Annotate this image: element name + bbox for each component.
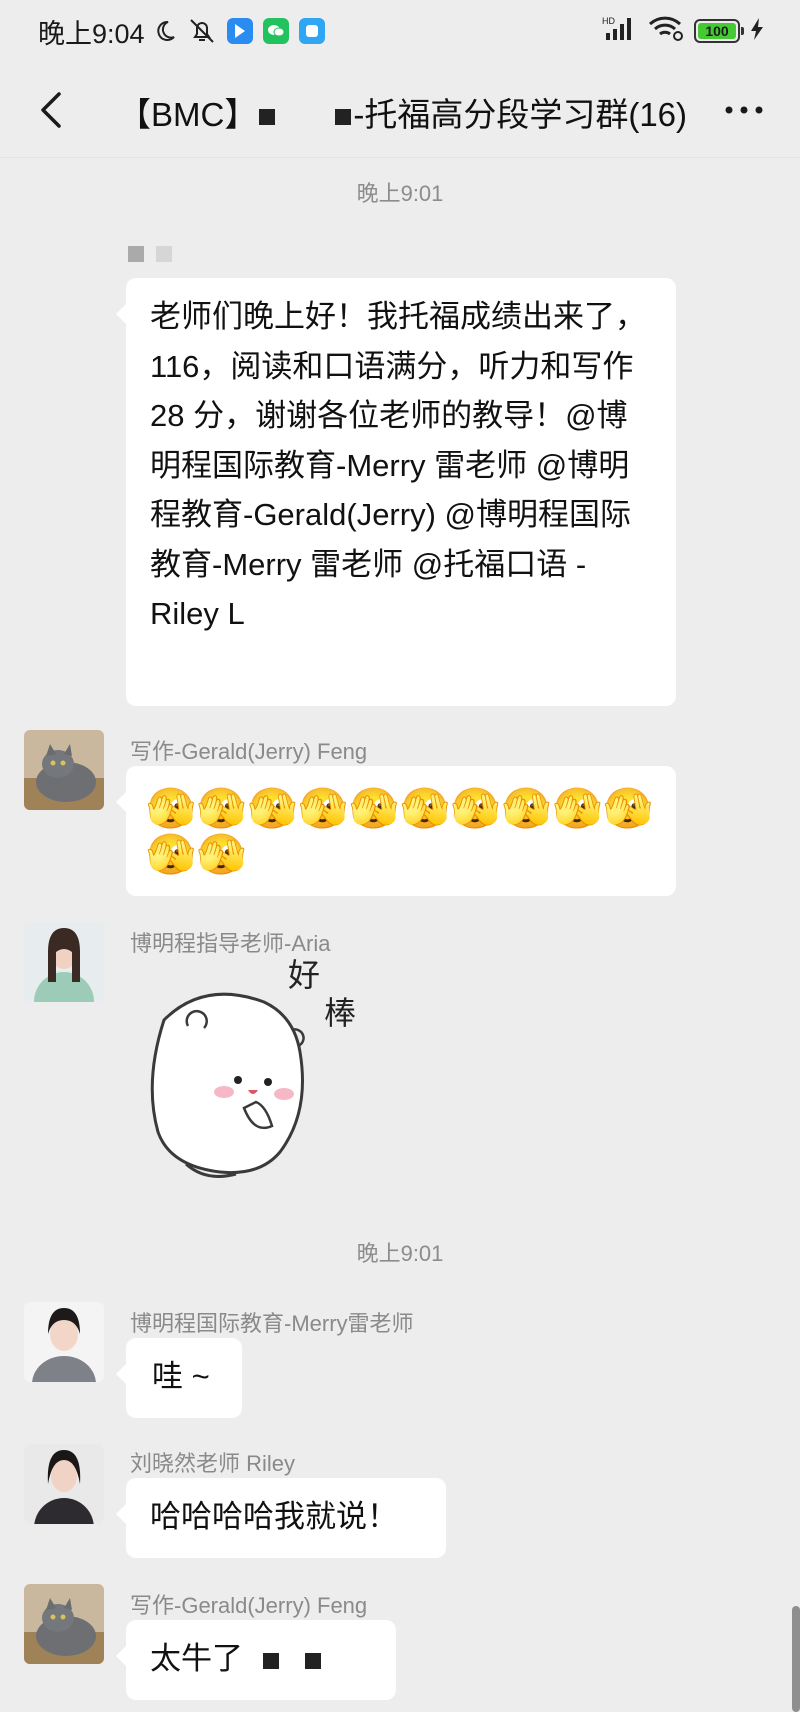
avatar[interactable] (24, 730, 104, 810)
scrollbar[interactable] (792, 1606, 800, 1712)
svg-text:HD: HD (602, 16, 615, 26)
battery-level: 100 (698, 23, 736, 39)
time-separator: 晚上9:01 (356, 1241, 444, 1266)
message-bubble[interactable]: 哈哈哈哈我就说！ (116, 1478, 446, 1558)
chat-title: 【BMC】 -托福高分段学习群(16) (118, 88, 688, 134)
time-separator: 晚上9:01 (356, 181, 444, 206)
profile-photo-icon (24, 1302, 104, 1382)
wifi-icon (648, 15, 684, 48)
sender-name: 博明程国际教育-Merry雷老师 (130, 1311, 414, 1336)
profile-photo-icon (24, 1444, 104, 1524)
sender-name: 写作-Gerald(Jerry) Feng (130, 1593, 368, 1618)
more-dots-icon (725, 106, 763, 114)
message-text: 老师们晚上好！我托福成绩出来了，116，阅读和口语满分，听力和写作 28 分，谢… (150, 299, 646, 631)
message-bubble[interactable]: 哇 ~ (116, 1338, 242, 1418)
redacted-block (263, 1652, 279, 1669)
svg-text:棒: 棒 (324, 994, 356, 1032)
signal-icon: HD (602, 15, 638, 48)
chat-title-prefix: 【BMC】 (118, 96, 258, 133)
avatar[interactable] (24, 1444, 104, 1524)
chat-header: 【BMC】 -托福高分段学习群(16) (0, 62, 800, 158)
cat-avatar-icon (24, 730, 104, 810)
bear-sticker-icon: 好 棒 (150, 956, 356, 1178)
svg-text:好: 好 (288, 956, 320, 994)
sticker-message[interactable]: 好 棒 (126, 950, 376, 1200)
cat-avatar-icon (24, 1584, 104, 1664)
chevron-left-icon (41, 92, 61, 128)
chat-title-suffix: -托福高分段学习群(16) (353, 96, 688, 133)
more-button[interactable] (714, 84, 774, 136)
mute-bell-icon (187, 18, 217, 44)
status-bar: 晚上9:04 HD 100 (0, 0, 800, 62)
message-bubble[interactable]: 🫣🫣🫣🫣🫣🫣🫣🫣🫣🫣🫣🫣 (116, 766, 676, 896)
message-text: 太牛了 (150, 1641, 243, 1676)
back-button[interactable] (22, 82, 78, 138)
avatar[interactable] (24, 1302, 104, 1382)
wechat-notification-icon (262, 18, 289, 44)
message-text: 哇 ~ (152, 1359, 210, 1394)
emoji-message: 🫣🫣🫣🫣🫣🫣🫣🫣🫣🫣🫣🫣 (146, 787, 655, 877)
message-bubble[interactable]: 老师们晚上好！我托福成绩出来了，116，阅读和口语满分，听力和写作 28 分，谢… (116, 278, 676, 706)
sender-name: 写作-Gerald(Jerry) Feng (130, 739, 368, 764)
status-time: 晚上9:04 (38, 18, 145, 49)
message-bubble[interactable]: 太牛了 (116, 1620, 396, 1700)
avatar[interactable] (24, 1584, 104, 1664)
app-notification-icon (226, 18, 253, 44)
sender-name: 刘晓然老师 Riley (130, 1451, 296, 1476)
avatar[interactable] (24, 922, 104, 1002)
moon-icon (153, 19, 177, 43)
redacted-block (259, 109, 276, 126)
battery-icon: 100 (694, 19, 744, 43)
message-text: 哈哈哈哈我就说！ (150, 1499, 398, 1534)
sender-name-redacted (128, 246, 172, 262)
profile-photo-icon (24, 922, 104, 1002)
redacted-block (305, 1652, 321, 1669)
charging-icon (750, 16, 764, 47)
redacted-block (335, 109, 352, 126)
message-notification-icon (298, 18, 325, 44)
